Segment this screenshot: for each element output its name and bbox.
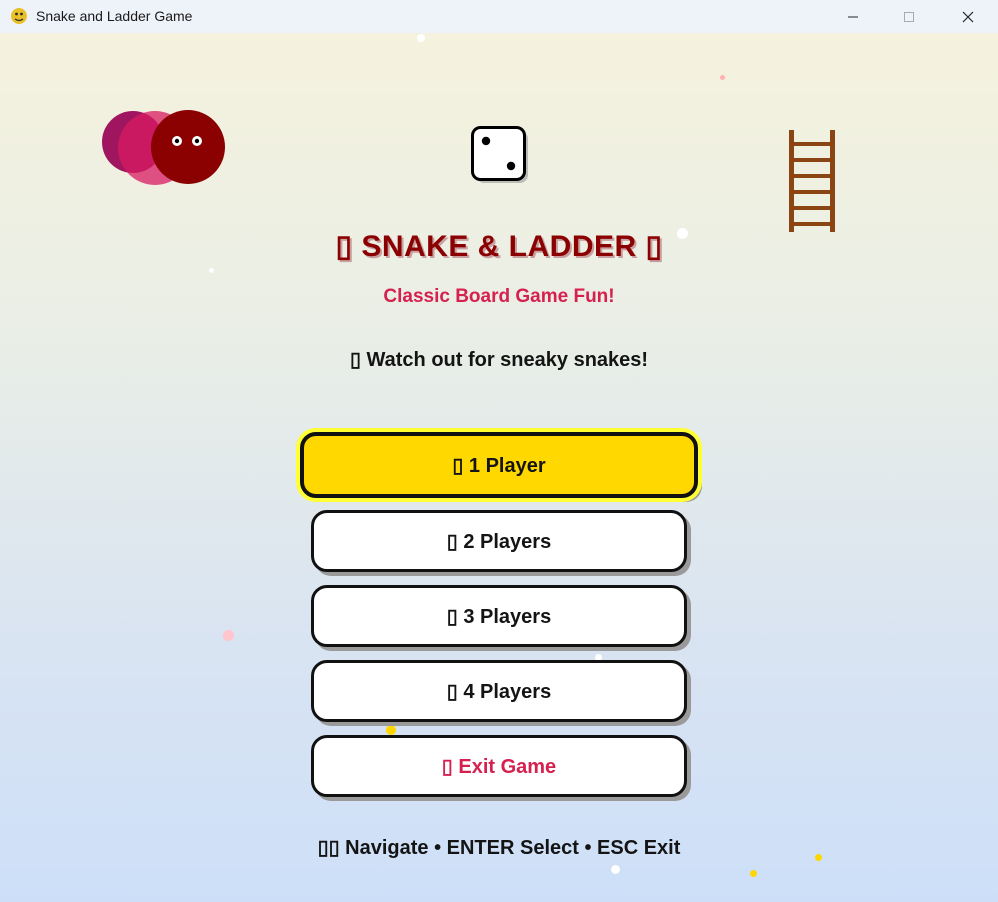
close-button[interactable] xyxy=(945,0,991,33)
game-tagline: ▯ Watch out for sneaky snakes! xyxy=(349,349,649,371)
game-canvas: ▯ SNAKE & LADDER ▯ Classic Board Game Fu… xyxy=(0,33,998,902)
two-players-label: ▯ 2 Players xyxy=(446,530,552,553)
one-player-button[interactable]: ▯ 1 Player xyxy=(300,432,698,498)
game-title: ▯ SNAKE & LADDER ▯ xyxy=(335,230,663,263)
sparkle-particle xyxy=(209,268,214,273)
maximize-icon xyxy=(904,11,914,22)
sparkle-particle xyxy=(386,725,396,735)
dice-icon xyxy=(471,126,528,183)
four-players-label: ▯ 4 Players xyxy=(446,680,552,703)
sparkle-particle xyxy=(223,630,234,641)
sparkle-particle xyxy=(611,865,620,874)
maximize-button[interactable] xyxy=(886,0,932,33)
ladder-icon xyxy=(789,130,835,232)
exit-game-button[interactable]: ▯ Exit Game xyxy=(311,735,687,797)
minimize-button[interactable] xyxy=(830,0,876,33)
sparkle-particle xyxy=(750,870,757,877)
one-player-label: ▯ 1 Player xyxy=(452,454,546,477)
python-snake-icon xyxy=(11,8,27,24)
three-players-button[interactable]: ▯ 3 Players xyxy=(311,585,687,647)
sparkle-particle xyxy=(720,75,725,80)
two-players-button[interactable]: ▯ 2 Players xyxy=(311,510,687,572)
exit-game-label: ▯ Exit Game xyxy=(441,755,557,778)
game-subtitle: Classic Board Game Fun! xyxy=(383,286,615,307)
close-icon xyxy=(962,11,974,22)
window-title: Snake and Ladder Game xyxy=(36,8,193,24)
three-players-label: ▯ 3 Players xyxy=(446,605,552,628)
minimize-icon xyxy=(848,16,858,17)
controls-hint: ▯▯ Navigate • ENTER Select • ESC Exit xyxy=(317,837,681,859)
four-players-button[interactable]: ▯ 4 Players xyxy=(311,660,687,722)
window-title-bar: Snake and Ladder Game xyxy=(0,0,998,33)
sparkle-particle xyxy=(417,34,425,42)
snake-head-icon xyxy=(102,110,225,185)
